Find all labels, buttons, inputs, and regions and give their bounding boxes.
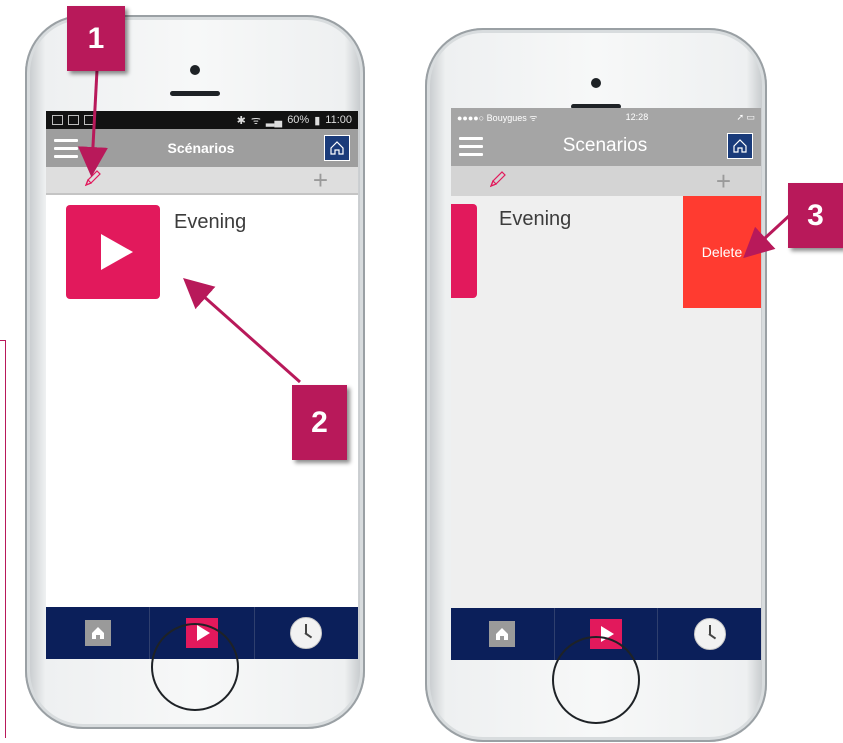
status-left-icons	[52, 115, 95, 125]
home-icon	[489, 621, 516, 647]
menu-icon[interactable]	[459, 136, 483, 156]
clock-icon	[290, 617, 323, 649]
tab-clock[interactable]	[253, 607, 358, 659]
play-icon[interactable]	[66, 205, 160, 299]
scenario-list: Evening Delete	[451, 196, 761, 608]
battery-icon: ➚ ▭	[736, 111, 755, 122]
page-title: Scénarios	[167, 140, 235, 156]
status-bar: ✱ ᯤ ▂▄ 60% ▮ 11:00	[46, 111, 358, 129]
plus-icon[interactable]: +	[313, 167, 328, 193]
camera	[591, 78, 601, 88]
tab-home[interactable]	[451, 608, 554, 660]
home-icon[interactable]	[727, 133, 753, 159]
status-bar: ●●●●○ Bouygues ᯤ 12:28 ➚ ▭	[451, 108, 761, 126]
home-icon[interactable]	[324, 135, 350, 161]
notification-icon	[68, 115, 79, 125]
nav-bar: Scénarios	[46, 129, 358, 167]
screen: ●●●●○ Bouygues ᯤ 12:28 ➚ ▭ Scenarios + E…	[451, 108, 761, 660]
nav-bar: Scenarios	[451, 126, 761, 166]
home-button[interactable]	[151, 623, 239, 711]
speaker	[170, 91, 220, 96]
battery-icon: ▮	[314, 114, 321, 127]
bluetooth-icon: ✱	[236, 114, 246, 127]
phone-ios: ●●●●○ Bouygues ᯤ 12:28 ➚ ▭ Scenarios + E…	[425, 28, 767, 742]
gallery-icon	[52, 115, 63, 125]
status-right: ✱ ᯤ ▂▄ 60% ▮ 11:00	[237, 113, 352, 128]
pencil-icon[interactable]	[487, 168, 509, 195]
callout-line	[5, 340, 6, 738]
step-badge-2: 2	[292, 385, 347, 460]
edit-toolbar: +	[451, 166, 761, 196]
phone-android: ✱ ᯤ ▂▄ 60% ▮ 11:00 Scénarios + Evening	[25, 15, 365, 729]
home-icon	[84, 620, 111, 646]
page-title: Scenarios	[562, 135, 648, 156]
step-badge-3: 3	[788, 183, 843, 248]
tab-home[interactable]	[46, 607, 149, 659]
camera	[190, 65, 200, 75]
edit-toolbar: +	[46, 167, 358, 195]
mail-icon	[84, 115, 95, 125]
step-badge-1: 1	[67, 6, 125, 71]
home-button[interactable]	[552, 636, 640, 724]
menu-icon[interactable]	[54, 138, 78, 158]
scenario-label[interactable]: Evening	[499, 208, 571, 231]
tab-clock[interactable]	[657, 608, 761, 660]
signal-icon: ▂▄	[265, 114, 283, 127]
plus-icon[interactable]: +	[716, 168, 731, 194]
scenario-label[interactable]: Evening	[174, 211, 246, 234]
clock-text: 12:28	[625, 112, 649, 122]
delete-button[interactable]: Delete	[683, 196, 761, 308]
wifi-icon: ᯤ	[250, 114, 261, 127]
clock-text: 11:00	[325, 114, 352, 126]
pencil-icon[interactable]	[82, 167, 104, 194]
carrier-text: ●●●●○ Bouygues ᯤ	[457, 112, 538, 123]
clock-icon	[693, 618, 726, 650]
play-icon[interactable]	[451, 204, 477, 298]
battery-text: 60%	[287, 114, 310, 126]
